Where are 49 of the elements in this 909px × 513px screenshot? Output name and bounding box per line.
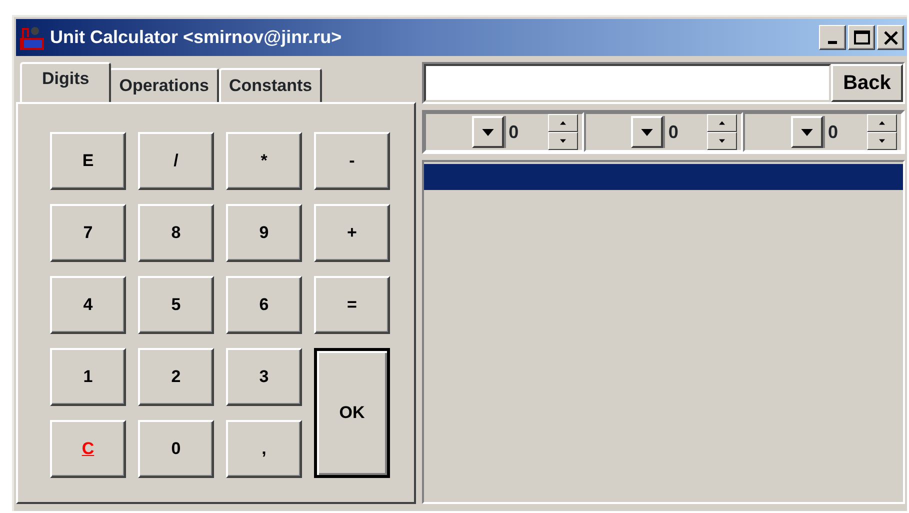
close-icon (884, 30, 898, 44)
spin-up-button[interactable] (867, 114, 898, 132)
spin-down-button[interactable] (548, 132, 578, 150)
close-button[interactable] (877, 25, 904, 50)
key-button[interactable]: E (50, 132, 126, 190)
down-arrow-icon (879, 139, 886, 143)
key-button[interactable]: 7 (50, 204, 126, 262)
up-arrow-icon (560, 121, 566, 125)
key-button[interactable]: = (314, 276, 390, 334)
maximize-icon (854, 30, 870, 45)
key-button[interactable]: , (226, 420, 302, 478)
key-button[interactable]: 9 (226, 204, 302, 262)
spin-up-button[interactable] (548, 114, 578, 132)
key-button[interactable]: 0 (138, 420, 214, 478)
key-button[interactable]: 2 (138, 348, 214, 406)
up-arrow-icon (879, 121, 886, 125)
maximize-button[interactable] (848, 25, 875, 50)
ok-button[interactable]: OK (314, 348, 390, 478)
spin-down-button[interactable] (867, 132, 898, 150)
input-field[interactable] (424, 64, 831, 102)
dropdown-arrow-icon (801, 128, 814, 136)
dropdown-arrow-icon (482, 128, 494, 136)
key-button[interactable]: 8 (138, 204, 214, 262)
back-button[interactable]: Back (831, 64, 903, 102)
dropdown-arrow-icon (641, 128, 654, 136)
minimize-icon (828, 40, 837, 44)
key-button[interactable]: * (226, 132, 302, 190)
minimize-button[interactable] (819, 25, 846, 50)
app-icon (19, 24, 45, 50)
key-button[interactable]: / (138, 132, 214, 190)
down-arrow-icon (719, 139, 726, 143)
key-button[interactable]: - (314, 132, 390, 190)
up-arrow-icon (719, 121, 726, 125)
key-button[interactable]: 6 (226, 276, 302, 334)
dropdown-button[interactable] (472, 116, 504, 148)
key-button[interactable]: 3 (226, 348, 302, 406)
tab[interactable]: Operations (109, 68, 219, 102)
key-button[interactable]: 4 (50, 276, 126, 334)
window-title: Unit Calculator <smirnov@jinr.ru> (50, 26, 342, 49)
key-button[interactable]: 5 (138, 276, 214, 334)
spin-up-button[interactable] (707, 114, 738, 132)
down-arrow-icon (560, 139, 566, 143)
key-button[interactable]: 1 (50, 348, 126, 406)
spin-down-button[interactable] (707, 132, 738, 150)
key-button[interactable]: + (314, 204, 390, 262)
tab[interactable]: Digits (20, 62, 112, 102)
dropdown-button[interactable] (631, 116, 664, 148)
tab[interactable]: Constants (218, 68, 322, 102)
dropdown-button[interactable] (791, 116, 824, 148)
